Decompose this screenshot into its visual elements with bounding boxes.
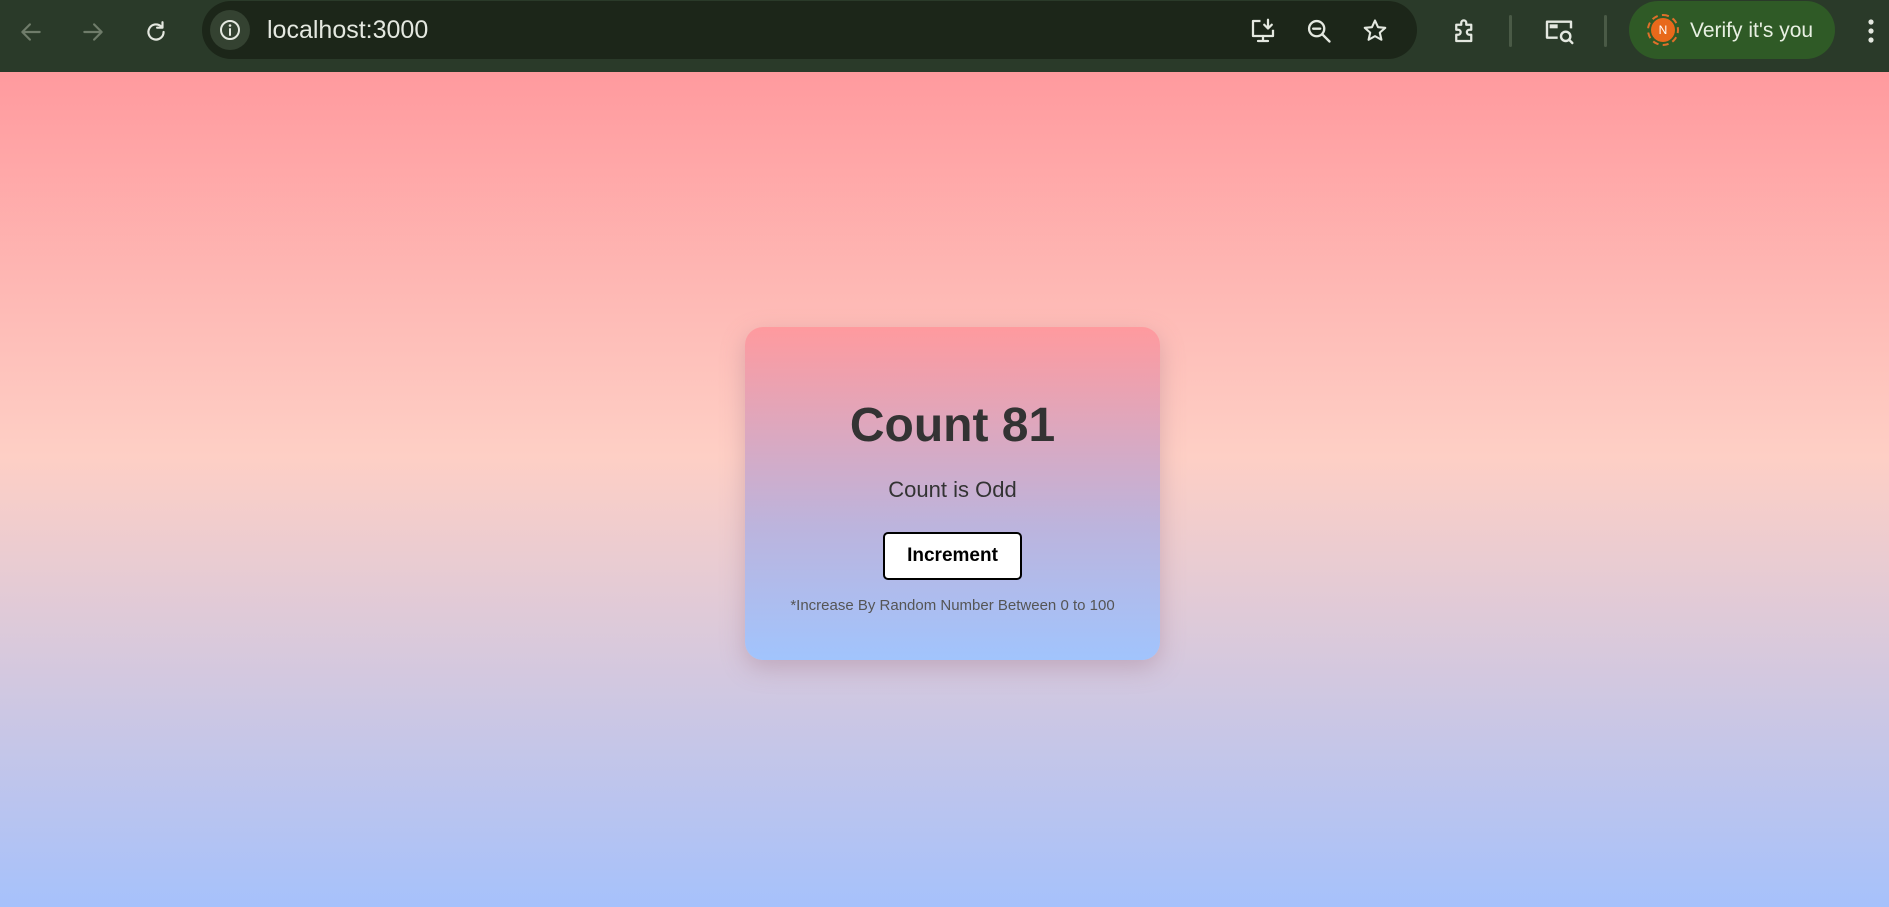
counter-card: Count 81 Count is Odd Increment *Increas… <box>745 327 1160 660</box>
bookmark-button[interactable] <box>1358 14 1392 48</box>
reload-button[interactable] <box>136 12 176 52</box>
install-app-icon <box>1251 18 1275 43</box>
extensions-button[interactable] <box>1446 12 1484 50</box>
site-info-button[interactable] <box>210 10 250 50</box>
verify-label: Verify it's you <box>1690 19 1814 42</box>
kebab-menu-icon <box>1868 19 1874 43</box>
install-app-button[interactable] <box>1246 14 1280 48</box>
search-screen-button[interactable] <box>1540 12 1578 50</box>
info-icon <box>220 20 240 40</box>
zoom-button[interactable] <box>1302 14 1336 48</box>
arrow-left-icon <box>21 23 41 41</box>
verify-identity-button[interactable]: N Verify it's you <box>1629 1 1835 59</box>
search-screen-icon <box>1545 20 1574 45</box>
browser-toolbar: localhost:3000 N Verify it's you <box>0 0 1889 72</box>
zoom-out-icon <box>1307 19 1331 43</box>
star-icon <box>1363 19 1387 41</box>
increment-note: *Increase By Random Number Between 0 to … <box>790 597 1115 614</box>
avatar: N <box>1651 18 1675 42</box>
browser-menu-button[interactable] <box>1859 12 1883 50</box>
increment-button[interactable]: Increment <box>883 532 1022 580</box>
reload-icon <box>147 21 165 41</box>
toolbar-divider <box>1604 15 1607 47</box>
page-content: Count 81 Count is Odd Increment *Increas… <box>0 72 1889 907</box>
arrow-right-icon <box>83 23 103 41</box>
forward-button[interactable] <box>73 12 113 52</box>
address-bar[interactable]: localhost:3000 <box>202 1 1417 59</box>
puzzle-icon <box>1455 19 1473 43</box>
url-text[interactable]: localhost:3000 <box>267 17 428 44</box>
count-heading: Count 81 <box>849 399 1056 452</box>
parity-text: Count is Odd <box>888 477 1017 502</box>
toolbar-divider <box>1509 15 1512 47</box>
back-button[interactable] <box>11 12 51 52</box>
profile-avatar-ring: N <box>1647 14 1679 46</box>
